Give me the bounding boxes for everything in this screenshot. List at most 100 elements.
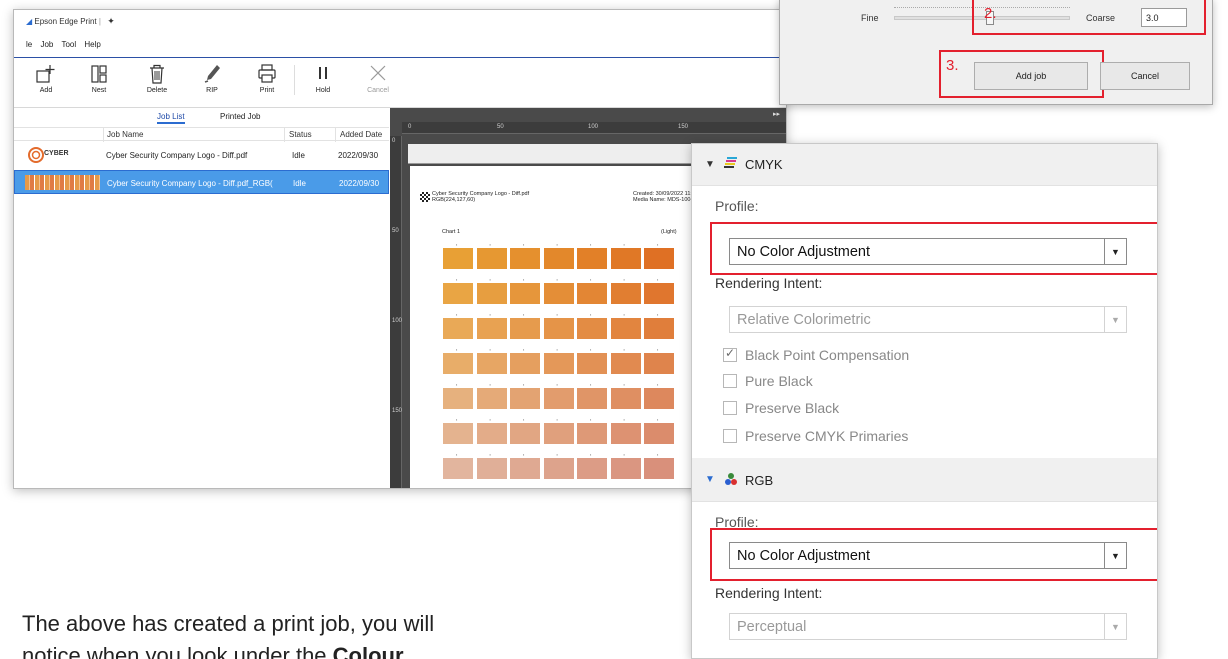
checkbox-box[interactable]: ✓ <box>723 346 737 362</box>
delete-button[interactable]: Delete <box>139 61 175 94</box>
black-point-compensation-checkbox[interactable]: ✓ Black Point Compensation <box>723 346 909 363</box>
ruler-top: 0 50 100 150 <box>402 122 786 134</box>
highlight-line <box>710 222 1157 224</box>
color-swatch <box>443 283 473 304</box>
column-status[interactable]: Status <box>289 130 312 139</box>
column-job-name[interactable]: Job Name <box>107 130 143 139</box>
rgb-profile-select[interactable]: No Color Adjustment ▼ <box>729 542 1127 569</box>
collapse-triangle-icon[interactable]: ▼ <box>705 159 715 170</box>
tab-job-list[interactable]: Job List <box>157 112 185 124</box>
color-swatch <box>476 248 507 269</box>
pin-icon[interactable]: ✦ <box>107 16 115 26</box>
checkbox-label: Pure Black <box>745 373 813 389</box>
tab-printed-job[interactable]: Printed Job <box>220 112 260 121</box>
preserve-black-checkbox[interactable]: Preserve Black <box>723 400 839 416</box>
rgb-intent-label: Rendering Intent: <box>715 585 823 601</box>
job-name: Cyber Security Company Logo - Diff.pdf_R… <box>107 179 273 188</box>
fine-label: Fine <box>861 13 879 23</box>
ruler-tick: 150 <box>392 408 403 414</box>
color-swatch <box>476 283 507 304</box>
swatch-id-mark: ▪ <box>590 453 592 457</box>
nest-icon <box>81 61 117 87</box>
cmyk-profile-label: Profile: <box>715 198 759 214</box>
swatch-id-mark: ▪ <box>657 243 659 247</box>
menu-tool[interactable]: Tool <box>61 40 76 49</box>
swatch-id-mark: ▪ <box>556 313 558 317</box>
epson-edge-print-window: ◢ Epson Edge Print | ✦ le Job Tool Help … <box>13 9 787 489</box>
add-icon <box>28 61 64 87</box>
ruler-tick: 100 <box>588 124 599 130</box>
color-swatch <box>476 423 507 444</box>
color-swatch <box>543 283 574 304</box>
ruler-tick: 50 <box>392 228 399 234</box>
swatch-id-mark: ▪ <box>456 453 458 457</box>
color-swatch <box>644 458 674 479</box>
rip-button[interactable]: RIP <box>194 61 230 94</box>
color-swatch <box>577 458 607 479</box>
swatch-id-mark: ▪ <box>456 313 458 317</box>
add-button[interactable]: Add <box>28 61 64 94</box>
color-swatch <box>577 353 607 374</box>
swatch-id-mark: ▪ <box>623 383 625 387</box>
color-swatch <box>476 458 507 479</box>
color-swatch <box>610 283 641 304</box>
cancel-job-button[interactable]: Cancel <box>360 61 396 94</box>
chart-tag: (Light) <box>661 229 677 235</box>
hold-button[interactable]: Hold <box>305 61 341 94</box>
color-swatch <box>577 318 607 339</box>
swatch-id-mark: ▪ <box>489 418 491 422</box>
swatch-id-mark: ▪ <box>657 453 659 457</box>
cancel-button[interactable]: Cancel <box>1100 62 1190 90</box>
swatch-id-mark: ▪ <box>590 348 592 352</box>
job-status: Idle <box>293 179 306 188</box>
ruler-left: 0 50 100 150 <box>390 136 403 488</box>
preserve-cmyk-primaries-checkbox[interactable]: Preserve CMYK Primaries <box>723 428 908 444</box>
cmyk-intent-value: Relative Colorimetric <box>737 312 871 328</box>
swatch-id-mark: ▪ <box>489 278 491 282</box>
menu-file[interactable]: le <box>26 40 32 49</box>
column-added-date[interactable]: Added Date <box>340 130 382 139</box>
color-swatch <box>476 353 507 374</box>
menu-help[interactable]: Help <box>84 40 100 49</box>
checkbox-box[interactable] <box>723 401 737 415</box>
swatch-id-mark: ▪ <box>489 453 491 457</box>
pure-black-checkbox[interactable]: Pure Black <box>723 373 813 389</box>
dropdown-arrow-icon[interactable]: ▼ <box>1104 614 1126 639</box>
swatch-id-mark: ▪ <box>590 383 592 387</box>
qr-mark-icon <box>420 192 430 202</box>
swatch-id-mark: ▪ <box>556 243 558 247</box>
dropdown-arrow-icon[interactable]: ▼ <box>1104 239 1126 264</box>
cmyk-section-header[interactable]: ▼ CMYK <box>692 144 1157 186</box>
checkbox-box[interactable] <box>723 429 737 443</box>
dropdown-arrow-icon[interactable]: ▼ <box>1104 307 1126 332</box>
color-swatch <box>443 353 473 374</box>
job-row[interactable]: CYBER Cyber Security Company Logo - Diff… <box>14 143 389 167</box>
add-job-button[interactable]: Add job <box>974 62 1088 90</box>
swatch-id-mark: ▪ <box>556 418 558 422</box>
job-row-selected[interactable]: Cyber Security Company Logo - Diff.pdf_R… <box>14 170 389 194</box>
expand-icon[interactable]: ▸▸ <box>773 110 780 118</box>
ruler-tick: 0 <box>392 138 396 144</box>
job-thumbnail-swatches <box>25 175 100 190</box>
collapse-triangle-icon[interactable]: ▼ <box>705 474 715 485</box>
color-swatch <box>443 318 473 339</box>
print-button[interactable]: Print <box>249 61 285 94</box>
menu-job[interactable]: Job <box>40 40 53 49</box>
add-label: Add <box>39 87 53 94</box>
color-swatch <box>577 283 607 304</box>
dropdown-arrow-icon[interactable]: ▼ <box>1104 543 1126 568</box>
rgb-section-header[interactable]: ▼ RGB <box>692 458 1157 502</box>
cmyk-intent-select[interactable]: Relative Colorimetric ▼ <box>729 306 1127 333</box>
nest-button[interactable]: Nest <box>81 61 117 94</box>
swatch-id-mark: ▪ <box>523 278 525 282</box>
color-swatch <box>476 318 507 339</box>
checkbox-box[interactable] <box>723 374 737 388</box>
color-swatch <box>543 388 574 409</box>
rgb-intent-select[interactable]: Perceptual ▼ <box>729 613 1127 640</box>
color-swatch <box>610 248 641 269</box>
column-divider <box>335 128 336 142</box>
hold-label: Hold <box>315 87 331 94</box>
swatch-id-mark: ▪ <box>623 348 625 352</box>
swatch-id-mark: ▪ <box>489 243 491 247</box>
cmyk-profile-select[interactable]: No Color Adjustment ▼ <box>729 238 1127 265</box>
